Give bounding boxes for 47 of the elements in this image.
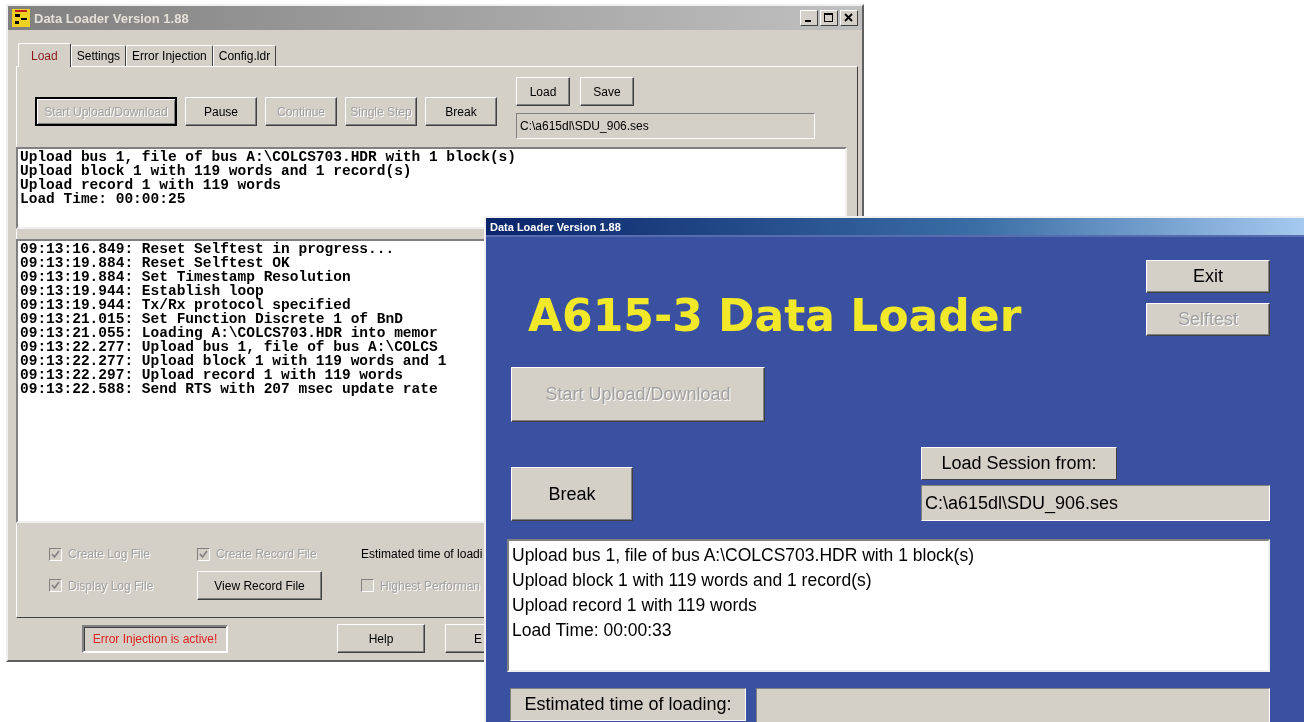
minimize-button[interactable] [800, 10, 818, 26]
toolbar-button[interactable]: Break [425, 97, 497, 126]
log-line: 09:13:19.884: Set Timestamp Resolution [20, 270, 351, 284]
app-logo-icon [12, 9, 30, 27]
session-label: Load Session from: [921, 447, 1117, 480]
side-button[interactable]: Exit [1146, 260, 1270, 293]
view-record-button[interactable]: View Record File [197, 571, 322, 600]
summary-line: Upload record 1 with 119 words [512, 594, 757, 617]
break-button[interactable]: Break [511, 467, 633, 521]
session-path-field[interactable]: C:\a615dl\SDU_906.ses [921, 485, 1270, 521]
window-title: Data Loader Version 1.88 [490, 220, 622, 233]
tab[interactable]: Config.ldr [212, 45, 277, 66]
log-line: 09:13:22.277: Upload bus 1, file of bus A:\COLCS [20, 340, 438, 354]
maximize-button[interactable] [820, 10, 838, 26]
log-line: 09:13:22.588: Send RTS with 207 msec update rate [20, 382, 438, 396]
log-line: 09:13:22.277: Upload block 1 with 119 words and 1 [20, 354, 447, 368]
check-icon [51, 581, 60, 590]
check-icon [199, 549, 208, 559]
log-line: 09:13:21.055: Loading A:\COLCS703.HDR into memor [20, 326, 438, 340]
window-title: Data Loader Version 1.88 [34, 10, 190, 26]
summary-line: Upload bus 1, file of bus A:\COLCS703.HDR with 1 block(s) [20, 150, 516, 164]
estimate-label: Estimated time of loadi [361, 547, 483, 561]
tab[interactable]: Error Injection [126, 45, 213, 66]
error-injection-indicator: Error Injection is active! [82, 624, 228, 653]
log-line: 09:13:21.015: Set Function Discrete 1 of BnD [20, 312, 403, 326]
summary-line: Upload record 1 with 119 words [20, 178, 282, 192]
session-button[interactable]: Save [580, 77, 634, 106]
footer-button[interactable]: Help [337, 624, 425, 653]
close-button[interactable] [840, 10, 858, 26]
log-line: 09:13:16.849: Reset Selftest in progress... [20, 242, 395, 256]
tab[interactable]: Load [18, 43, 71, 67]
log-line: 09:13:22.297: Upload record 1 with 119 words [20, 368, 403, 382]
session-button[interactable]: Load [516, 77, 570, 106]
summary-line: Upload bus 1, file of bus A:\COLCS703.HDR with 1 block(s) [512, 544, 974, 567]
tab[interactable]: Settings [70, 45, 127, 66]
estimate-label: Estimated time of loading: [510, 688, 746, 721]
summary-line: Load Time: 00:00:25 [20, 192, 186, 206]
check-icon [51, 549, 60, 559]
summary-line: Load Time: 00:00:33 [512, 619, 672, 642]
log-line: 09:13:19.884: Reset Selftest OK [20, 256, 290, 270]
log-line: 09:13:19.944: Tx/Rx protocol specified [20, 298, 351, 312]
summary-line: Upload block 1 with 119 words and 1 record(s) [512, 569, 872, 592]
toolbar-button[interactable]: Pause [185, 97, 257, 126]
log-line: 09:13:19.944: Establish loop [20, 284, 264, 298]
app-heading: A615-3 Data Loader [528, 290, 1022, 341]
session-path-field[interactable]: C:\a615dl\SDU_906.ses [516, 113, 815, 139]
summary-line: Upload block 1 with 119 words and 1 record(s) [20, 164, 412, 178]
